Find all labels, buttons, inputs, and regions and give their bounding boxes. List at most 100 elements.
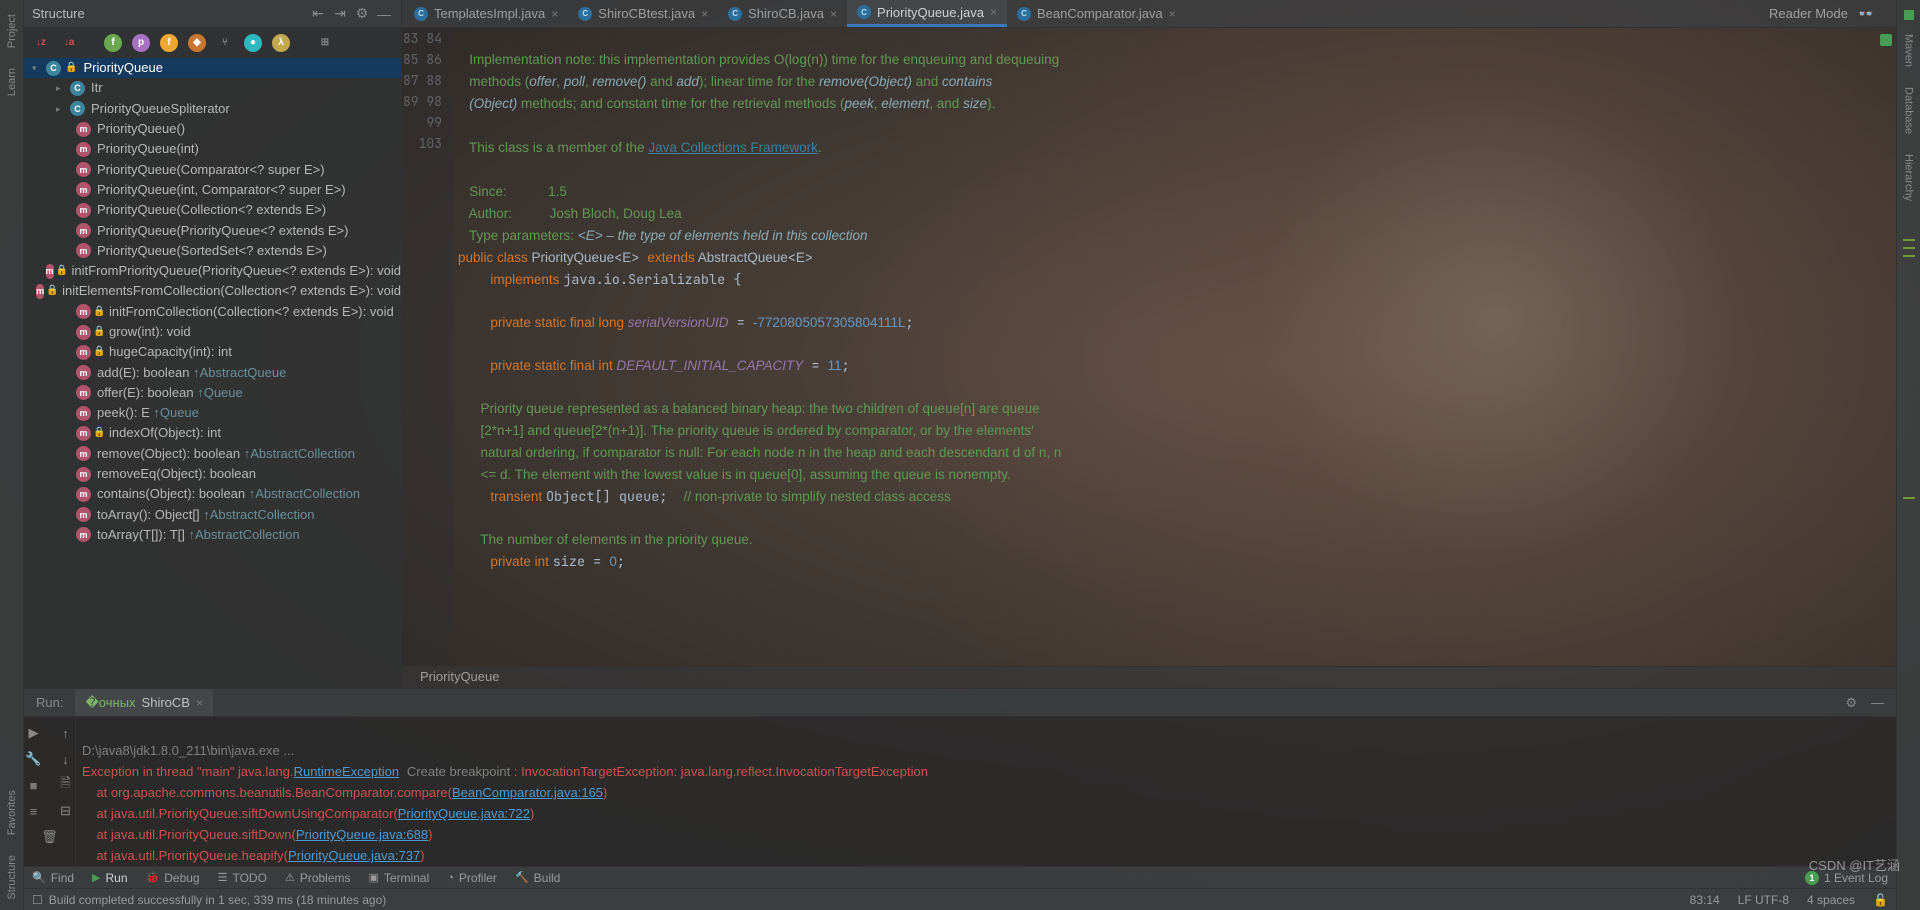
- filter-anon-icon[interactable]: ◆: [188, 34, 206, 52]
- filter-inherited-icon[interactable]: f: [160, 34, 178, 52]
- tree-item[interactable]: mtoArray(T[]): T[] ↑AbstractCollection: [24, 525, 401, 545]
- sort-alpha-icon[interactable]: ↓z: [32, 34, 50, 52]
- close-icon[interactable]: ×: [990, 5, 997, 19]
- expand-icon[interactable]: ⇤: [309, 5, 327, 22]
- tree-item[interactable]: mPriorityQueue(int): [24, 139, 401, 159]
- tree-item[interactable]: mPriorityQueue(Comparator<? super E>): [24, 159, 401, 179]
- export-icon[interactable]: 🗎: [54, 775, 78, 795]
- filter-properties-icon[interactable]: p: [132, 34, 150, 52]
- tree-item[interactable]: ▸CItr: [24, 78, 401, 98]
- filter-icon[interactable]: ⊟: [54, 801, 78, 821]
- tool-problems[interactable]: ⚠Problems: [285, 871, 351, 885]
- editor-tab[interactable]: CTemplatesImpl.java×: [404, 0, 568, 27]
- tool-profiler[interactable]: ◔Profiler: [447, 871, 497, 885]
- close-icon[interactable]: ×: [196, 696, 203, 710]
- close-icon[interactable]: ×: [551, 7, 558, 21]
- tree-item[interactable]: m🔒hugeCapacity(int): int: [24, 342, 401, 362]
- close-icon[interactable]: ×: [830, 7, 837, 21]
- class-icon: C: [1017, 7, 1031, 21]
- layout-icon[interactable]: ≡: [22, 801, 46, 821]
- tool-database[interactable]: Database: [1903, 77, 1915, 144]
- gear-icon[interactable]: ⚙: [353, 5, 371, 22]
- error-stripe-mark[interactable]: [1903, 239, 1915, 241]
- encoding[interactable]: LF UTF-8: [1738, 893, 1789, 907]
- tree-item[interactable]: mpeek(): E ↑Queue: [24, 403, 401, 423]
- tool-hierarchy[interactable]: Hierarchy: [1903, 144, 1915, 211]
- trash-icon[interactable]: 🗑: [38, 827, 62, 847]
- sort-vis-icon[interactable]: ↓a: [60, 34, 78, 52]
- caret-pos[interactable]: 83:14: [1690, 893, 1720, 907]
- tree-item[interactable]: m🔒indexOf(Object): int: [24, 423, 401, 443]
- editor-tab[interactable]: CPriorityQueue.java×: [847, 0, 1007, 27]
- editor-body[interactable]: 83 84 85 86 87 88 89 98 99 103 Implement…: [402, 28, 1896, 666]
- tree-item[interactable]: mPriorityQueue(Collection<? extends E>): [24, 200, 401, 220]
- run-output[interactable]: D:\java8\jdk1.8.0_211\bin\java.exe ... E…: [76, 717, 1896, 866]
- reader-mode-icon[interactable]: 👓: [1858, 6, 1874, 22]
- run-minimize-icon[interactable]: —: [1871, 695, 1884, 711]
- up-icon[interactable]: ↑: [54, 723, 78, 743]
- line-gutter: 83 84 85 86 87 88 89 98 99 103: [402, 28, 454, 666]
- error-stripe-mark[interactable]: [1903, 497, 1915, 499]
- tree-root[interactable]: ▾C🔒PriorityQueue: [24, 58, 401, 78]
- tree-item[interactable]: mPriorityQueue(SortedSet<? extends E>): [24, 241, 401, 261]
- tree-item[interactable]: m🔒initElementsFromCollection(Collection<…: [24, 281, 401, 301]
- lock-icon: 🔒: [56, 261, 68, 281]
- tree-item[interactable]: m🔒grow(int): void: [24, 322, 401, 342]
- filter-lambda2-icon[interactable]: λ: [272, 34, 290, 52]
- tree-item[interactable]: mPriorityQueue(int, Comparator<? super E…: [24, 180, 401, 200]
- lock-icon[interactable]: 🔓: [1873, 893, 1888, 907]
- event-log[interactable]: 11 Event Log: [1805, 871, 1888, 885]
- tree-item[interactable]: mcontains(Object): boolean ↑AbstractColl…: [24, 484, 401, 504]
- maven-icon[interactable]: [1904, 10, 1914, 20]
- close-icon[interactable]: ×: [701, 7, 708, 21]
- tree-item[interactable]: mremoveEq(Object): boolean: [24, 464, 401, 484]
- filter-fields-icon[interactable]: f: [104, 34, 122, 52]
- tool-structure[interactable]: Structure: [6, 845, 18, 910]
- tree-item[interactable]: mPriorityQueue(PriorityQueue<? extends E…: [24, 220, 401, 240]
- collapse-icon[interactable]: ⇥: [331, 5, 349, 22]
- tool-learn[interactable]: Learn: [6, 58, 18, 106]
- autoscroll-icon[interactable]: ⊞: [316, 34, 334, 52]
- reader-mode-label[interactable]: Reader Mode: [1769, 6, 1848, 21]
- tree-item[interactable]: ▸CPriorityQueueSpliterator: [24, 99, 401, 119]
- tool-build[interactable]: 🔨Build: [515, 871, 560, 885]
- wrench-icon[interactable]: 🔧: [22, 749, 46, 769]
- indent[interactable]: 4 spaces: [1807, 893, 1855, 907]
- editor-tab[interactable]: CBeanComparator.java×: [1007, 0, 1186, 27]
- rerun-icon[interactable]: ▶: [22, 723, 46, 743]
- tool-project[interactable]: Project: [6, 4, 18, 58]
- stop-icon[interactable]: ■: [22, 775, 46, 795]
- tool-todo[interactable]: ☰TODO: [218, 871, 267, 885]
- tree-item[interactable]: moffer(E): boolean ↑Queue: [24, 383, 401, 403]
- tree-item[interactable]: madd(E): boolean ↑AbstractQueue: [24, 362, 401, 382]
- filter-nonpublic-icon[interactable]: ●: [244, 34, 262, 52]
- tool-terminal[interactable]: ▣Terminal: [369, 871, 430, 885]
- tree-item[interactable]: m🔒initFromPriorityQueue(PriorityQueue<? …: [24, 261, 401, 281]
- tool-find[interactable]: 🔍Find: [32, 871, 74, 885]
- close-icon[interactable]: ×: [1169, 7, 1176, 21]
- structure-tree[interactable]: ▾C🔒PriorityQueue ▸CItr▸CPriorityQueueSpl…: [24, 58, 401, 688]
- minimize-icon[interactable]: —: [375, 6, 393, 22]
- tree-item[interactable]: mPriorityQueue(): [24, 119, 401, 139]
- tool-run[interactable]: ▶Run: [92, 871, 127, 885]
- editor-tab[interactable]: CShiroCBtest.java×: [568, 0, 718, 27]
- error-stripe-mark[interactable]: [1903, 247, 1915, 249]
- code-area[interactable]: Implementation note: this implementation…: [454, 28, 1896, 666]
- filter-lambda-icon[interactable]: ⑂: [216, 34, 234, 52]
- lock-icon: 🔒: [46, 281, 58, 301]
- tree-item[interactable]: m🔒initFromCollection(Collection<? extend…: [24, 302, 401, 322]
- tool-maven[interactable]: Maven: [1903, 24, 1915, 77]
- breadcrumb[interactable]: PriorityQueue: [402, 666, 1896, 688]
- error-stripe-mark[interactable]: [1903, 255, 1915, 257]
- tool-debug[interactable]: 🐞Debug: [146, 871, 200, 885]
- editor-tab[interactable]: CShiroCB.java×: [718, 0, 847, 27]
- down-icon[interactable]: ↓: [54, 749, 78, 769]
- inspection-indicator[interactable]: [1880, 34, 1892, 46]
- tree-item[interactable]: mtoArray(): Object[] ↑AbstractCollection: [24, 505, 401, 525]
- run-gear-icon[interactable]: ⚙: [1845, 695, 1857, 711]
- structure-panel: Structure ⇤ ⇥ ⚙ — ↓z ↓a f p f ◆ ⑂ ● λ: [24, 0, 402, 688]
- tree-item[interactable]: mremove(Object): boolean ↑AbstractCollec…: [24, 444, 401, 464]
- structure-title: Structure: [32, 6, 305, 21]
- run-config-tab[interactable]: �очныхShiroCB×: [75, 689, 213, 716]
- tool-favorites[interactable]: Favorites: [6, 780, 18, 845]
